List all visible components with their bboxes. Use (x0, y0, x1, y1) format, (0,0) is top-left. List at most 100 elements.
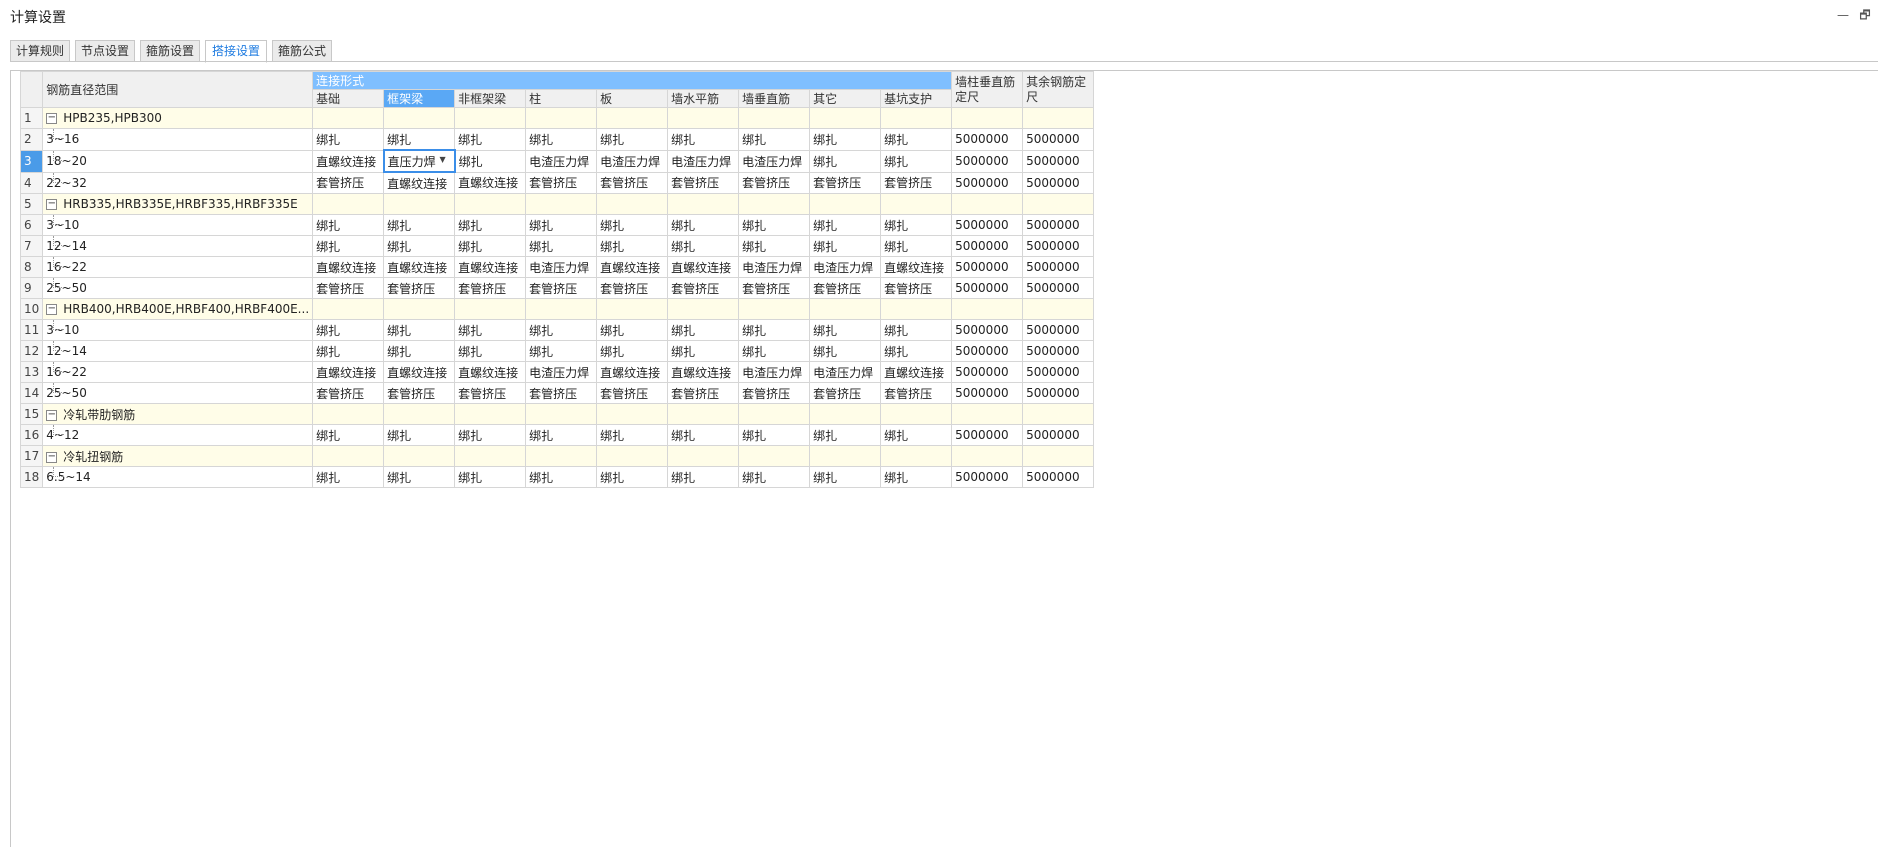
row-number[interactable]: 5 (19, 193, 44, 215)
range-label[interactable]: 12~14 (42, 235, 314, 257)
connection-cell[interactable]: 套管挤压 (667, 277, 740, 299)
connection-cell[interactable]: 绑扎 (880, 235, 953, 257)
range-label[interactable]: 16~22 (42, 256, 314, 278)
length-cell[interactable]: 5000000 (951, 466, 1024, 488)
connection-cell[interactable]: 绑扎 (596, 340, 669, 362)
connection-cell[interactable]: 绑扎 (667, 128, 740, 151)
connection-cell[interactable]: 绑扎 (880, 128, 953, 151)
length-cell[interactable]: 5000000 (1022, 466, 1095, 488)
connection-cell[interactable]: 直螺纹连接 (880, 256, 953, 278)
connection-cell[interactable]: 绑扎 (596, 319, 669, 341)
range-label[interactable]: 25~50 (42, 382, 314, 404)
range-label[interactable]: 12~14 (42, 340, 314, 362)
length-cell[interactable]: 5000000 (1022, 340, 1095, 362)
connection-cell[interactable]: 绑扎 (667, 340, 740, 362)
row-number[interactable]: 1 (19, 107, 44, 129)
row-number[interactable]: 13 (19, 361, 44, 383)
connection-cell[interactable]: 绑扎 (454, 214, 527, 236)
range-label[interactable]: 4~12 (42, 424, 314, 446)
connection-cell[interactable]: 直螺纹连接 (454, 256, 527, 278)
connection-cell[interactable]: 套管挤压 (596, 277, 669, 299)
connection-cell[interactable]: 绑扎 (738, 319, 811, 341)
connection-cell[interactable]: 绑扎 (667, 319, 740, 341)
connection-cell[interactable]: 套管挤压 (312, 382, 385, 404)
connection-cell[interactable]: 套管挤压 (525, 382, 598, 404)
length-cell[interactable]: 5000000 (1022, 424, 1095, 446)
connection-cell[interactable]: 直螺纹连接 (312, 256, 385, 278)
connection-cell[interactable]: 直螺纹连接 (454, 361, 527, 383)
connection-cell[interactable]: 套管挤压 (596, 382, 669, 404)
length-cell[interactable]: 5000000 (1022, 277, 1095, 299)
connection-cell[interactable]: 套管挤压 (738, 382, 811, 404)
connection-cell[interactable]: 绑扎 (312, 214, 385, 236)
connection-cell[interactable]: 绑扎 (312, 235, 385, 257)
tab-calc-rules[interactable]: 计算规则 (10, 40, 70, 62)
connection-cell[interactable]: 绑扎 (454, 235, 527, 257)
row-number[interactable]: 15 (19, 403, 44, 425)
length-cell[interactable]: 5000000 (1022, 361, 1095, 383)
connection-cell[interactable]: 绑扎 (880, 340, 953, 362)
connection-cell[interactable]: 绑扎 (596, 235, 669, 257)
range-label[interactable]: 16~22 (42, 361, 314, 383)
connection-cell[interactable]: 绑扎 (880, 149, 953, 173)
connection-cell[interactable]: 绑扎 (383, 340, 456, 362)
tab-stirrup-settings[interactable]: 箍筋设置 (140, 40, 200, 62)
connection-cell[interactable]: 绑扎 (809, 340, 882, 362)
length-cell[interactable]: 5000000 (951, 235, 1024, 257)
connection-cell[interactable]: 绑扎 (738, 466, 811, 488)
row-number[interactable]: 8 (19, 256, 44, 278)
connection-cell[interactable]: 绑扎 (383, 214, 456, 236)
connection-cell[interactable]: 套管挤压 (383, 382, 456, 404)
group-label-cell[interactable]: − 冷轧扭钢筋 (42, 445, 314, 467)
connection-cell[interactable]: 电渣压力焊 (596, 149, 669, 173)
connection-cell[interactable]: 绑扎 (454, 340, 527, 362)
group-label-cell[interactable]: − HPB235,HPB300 (42, 107, 314, 129)
chevron-down-icon[interactable]: ▼ (439, 155, 445, 164)
connection-cell[interactable]: 套管挤压 (880, 171, 953, 194)
connection-cell[interactable]: 直螺纹连接 (880, 361, 953, 383)
connection-cell[interactable]: 套管挤压 (312, 277, 385, 299)
minimize-icon[interactable]: — (1836, 8, 1850, 22)
connection-dropdown[interactable]: 直压力焊 ▼ (382, 149, 456, 173)
connection-cell[interactable]: 绑扎 (809, 128, 882, 151)
length-cell[interactable]: 5000000 (1022, 214, 1095, 236)
connection-cell[interactable]: 绑扎 (738, 214, 811, 236)
connection-cell[interactable]: 绑扎 (880, 424, 953, 446)
connection-cell[interactable]: 绑扎 (454, 466, 527, 488)
connection-cell[interactable]: 套管挤压 (454, 277, 527, 299)
connection-cell[interactable]: 套管挤压 (312, 171, 385, 194)
range-label[interactable]: 25~50 (42, 277, 314, 299)
connection-cell[interactable]: 绑扎 (454, 128, 527, 151)
connection-cell[interactable]: 套管挤压 (880, 277, 953, 299)
connection-cell[interactable]: 绑扎 (809, 466, 882, 488)
row-number[interactable]: 4 (19, 171, 44, 194)
length-cell[interactable]: 5000000 (951, 319, 1024, 341)
tab-lap-settings[interactable]: 搭接设置 (205, 40, 267, 63)
connection-cell[interactable]: 绑扎 (312, 424, 385, 446)
connection-cell[interactable]: 电渣压力焊 (525, 149, 598, 173)
connection-cell[interactable]: 绑扎 (809, 319, 882, 341)
connection-cell[interactable]: 套管挤压 (880, 382, 953, 404)
connection-cell[interactable]: 绑扎 (596, 128, 669, 151)
connection-cell[interactable]: 绑扎 (880, 319, 953, 341)
collapse-toggle-icon[interactable]: − (46, 199, 58, 210)
connection-cell[interactable]: 套管挤压 (809, 171, 882, 194)
range-label[interactable]: 3~16 (42, 128, 314, 151)
connection-cell[interactable]: 绑扎 (667, 424, 740, 446)
connection-cell[interactable]: 电渣压力焊 (738, 361, 811, 383)
connection-cell[interactable]: 绑扎 (383, 466, 456, 488)
connection-cell[interactable]: 绑扎 (880, 214, 953, 236)
connection-cell[interactable]: 电渣压力焊 (667, 149, 740, 173)
connection-cell[interactable]: 套管挤压 (454, 382, 527, 404)
connection-cell[interactable]: 绑扎 (383, 319, 456, 341)
length-cell[interactable]: 5000000 (1022, 382, 1095, 404)
connection-cell[interactable]: 直螺纹连接 (383, 171, 456, 194)
length-cell[interactable]: 5000000 (951, 340, 1024, 362)
connection-cell[interactable]: 绑扎 (809, 235, 882, 257)
connection-cell[interactable]: 电渣压力焊 (809, 256, 882, 278)
connection-cell[interactable]: 绑扎 (596, 424, 669, 446)
connection-cell[interactable]: 绑扎 (667, 214, 740, 236)
connection-cell[interactable]: 绑扎 (312, 340, 385, 362)
group-label-cell[interactable]: − HRB400,HRB400E,HRBF400,HRBF400E... (42, 298, 314, 320)
length-cell[interactable]: 5000000 (1022, 319, 1095, 341)
